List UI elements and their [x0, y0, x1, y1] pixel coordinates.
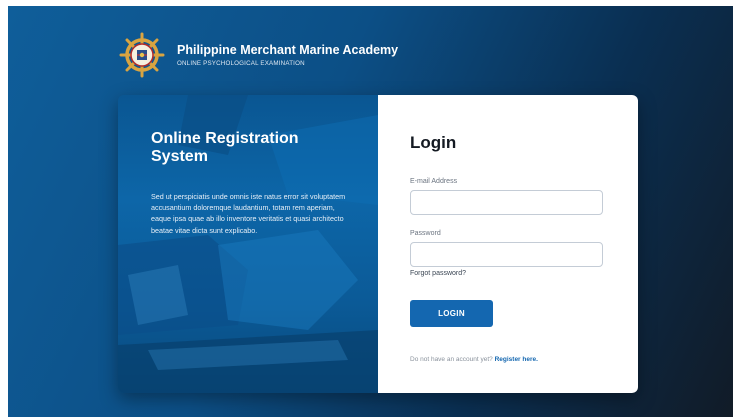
- page-background: Philippine Merchant Marine Academy ONLIN…: [8, 6, 733, 417]
- email-label: E-mail Address: [410, 178, 458, 185]
- password-field[interactable]: [410, 242, 603, 267]
- login-form: Login E-mail Address Password Forgot pas…: [378, 95, 638, 393]
- email-field[interactable]: [410, 190, 603, 215]
- register-prompt-text: Do not have an account yet?: [410, 356, 493, 363]
- login-card: Online Registration System Sed ut perspi…: [118, 95, 638, 393]
- brand-header: Philippine Merchant Marine Academy ONLIN…: [119, 32, 398, 78]
- panel-title: Online Registration System: [151, 130, 299, 165]
- login-button[interactable]: LOGIN: [410, 300, 493, 327]
- ship-wheel-seal-icon: [119, 32, 165, 78]
- register-link[interactable]: Register here.: [495, 356, 538, 363]
- panel-description: Sed ut perspiciatis unde omnis iste natu…: [151, 192, 346, 235]
- info-panel: Online Registration System Sed ut perspi…: [118, 95, 378, 393]
- login-title: Login: [410, 133, 457, 152]
- brand-subtitle: ONLINE PSYCHOLOGICAL EXAMINATION: [177, 59, 305, 67]
- register-prompt: Do not have an account yet? Register her…: [410, 356, 538, 363]
- brand-title: Philippine Merchant Marine Academy: [177, 42, 399, 57]
- password-label: Password: [410, 230, 441, 237]
- forgot-password-link[interactable]: Forgot password?: [410, 270, 466, 277]
